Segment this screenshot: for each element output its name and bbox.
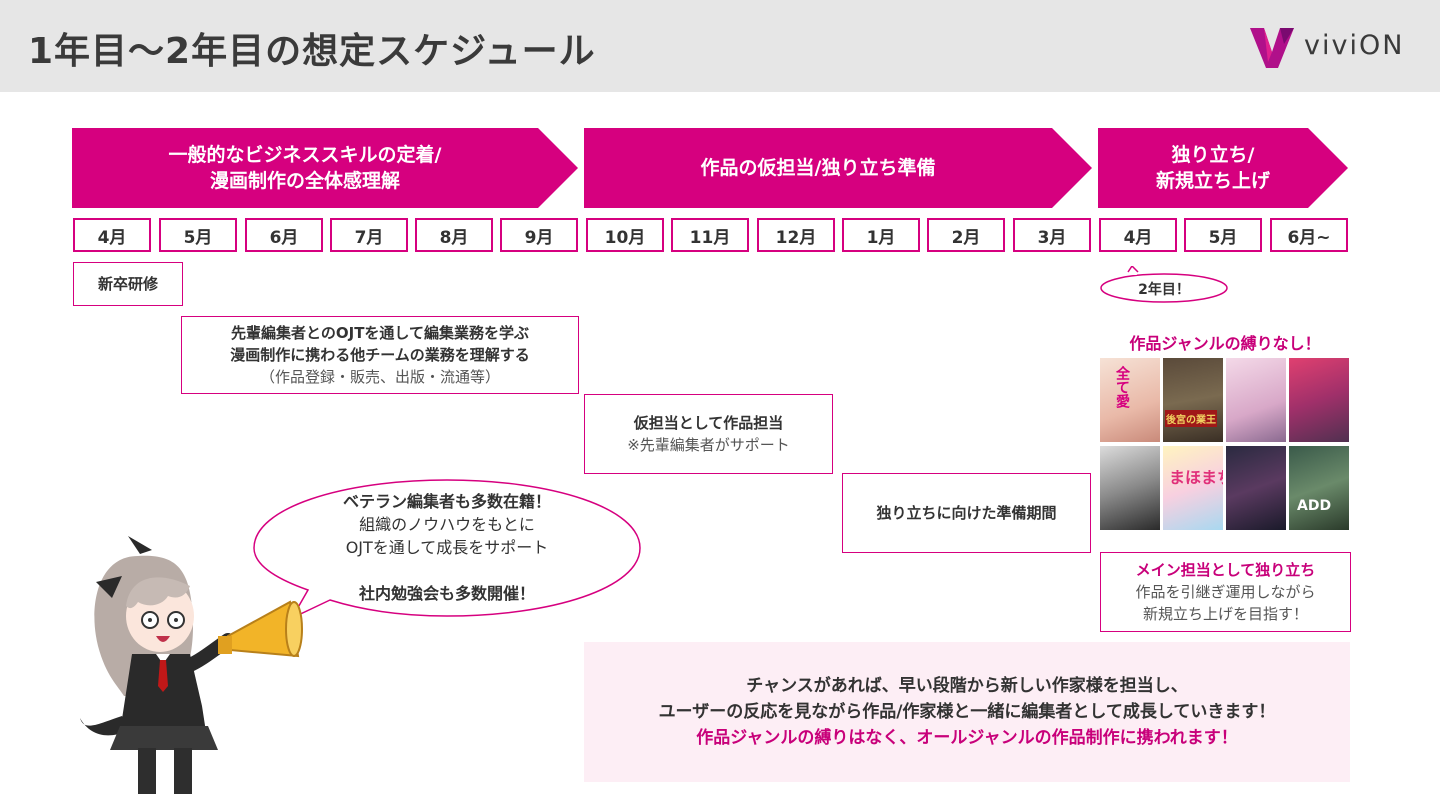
main-line1: メイン担当として独り立ち bbox=[1135, 561, 1316, 579]
vivion-logo: viviON bbox=[1248, 24, 1418, 70]
phase-arrow-2: 作品の仮担当/独り立ち準備 bbox=[584, 128, 1092, 208]
month-cell: 4月 bbox=[1099, 218, 1177, 252]
phase-2-line1: 作品の仮担当/独り立ち準備 bbox=[700, 157, 936, 179]
year2-label: 2年目！ bbox=[1138, 282, 1190, 298]
ojt-box: 先輩編集者とのOJTを通して編集業務を学ぶ 漫画制作に携わる他チームの業務を理解… bbox=[181, 316, 579, 394]
month-cell: 5月 bbox=[1184, 218, 1262, 252]
cover-image bbox=[1226, 358, 1286, 442]
bubble-text: ベテラン編集者も多数在籍！ 組織のノウハウをもとに OJTを通して成長をサポート… bbox=[252, 490, 642, 605]
month-cell: 9月 bbox=[500, 218, 578, 252]
ojt-line2: 漫画制作に携わる他チームの業務を理解する bbox=[230, 346, 530, 364]
cover-image: まほまち bbox=[1163, 446, 1223, 530]
prep-box: 独り立ちに向けた準備期間 bbox=[842, 473, 1091, 553]
bubble-line4: 社内勉強会も多数開催！ bbox=[358, 584, 535, 603]
month-cell: 6月~ bbox=[1270, 218, 1348, 252]
cover-image bbox=[1289, 358, 1349, 442]
month-cell: 11月 bbox=[671, 218, 749, 252]
cover-title: 後宮の業王 bbox=[1165, 410, 1217, 427]
provisional-box: 仮担当として作品担当 ※先輩編集者がサポート bbox=[584, 394, 833, 474]
phase-3-line2: 新規立ち上げ bbox=[1155, 170, 1270, 192]
training-label: 新卒研修 bbox=[97, 275, 158, 293]
cover-image: ADD bbox=[1289, 446, 1349, 530]
cover-title: ADD bbox=[1297, 498, 1332, 514]
month-cell: 5月 bbox=[159, 218, 237, 252]
month-cell: 6月 bbox=[245, 218, 323, 252]
main-line2: 作品を引継ぎ運用しながら bbox=[1135, 583, 1316, 601]
phase-3-line1: 独り立ち/ bbox=[1171, 144, 1255, 166]
ojt-line3: （作品登録・販売、出版・流通等） bbox=[259, 368, 500, 386]
cover-title: 全て愛 bbox=[1114, 366, 1130, 408]
provisional-line2: ※先輩編集者がサポート bbox=[627, 436, 790, 454]
month-cell: 1月 bbox=[842, 218, 920, 252]
vivion-logo-icon bbox=[1250, 28, 1294, 68]
cover-image bbox=[1226, 446, 1286, 530]
phase-arrow-1: 一般的なビジネススキルの定着/ 漫画制作の全体感理解 bbox=[72, 128, 578, 208]
bubble-line2: 組織のノウハウをもとに bbox=[359, 515, 535, 534]
month-cell: 10月 bbox=[586, 218, 664, 252]
training-box: 新卒研修 bbox=[73, 262, 183, 306]
main-line3: 新規立ち上げを目指す！ bbox=[1142, 605, 1308, 623]
month-cell: 8月 bbox=[415, 218, 493, 252]
mascot-illustration bbox=[80, 536, 303, 794]
prep-label: 独り立ちに向けた準備期間 bbox=[876, 504, 1057, 522]
bottom-line1: チャンスがあれば、早い段階から新しい作家様を担当し、 bbox=[746, 676, 1188, 696]
phase-arrow-3: 独り立ち/ 新規立ち上げ bbox=[1098, 128, 1348, 208]
cover-image: 後宮の業王 bbox=[1163, 358, 1223, 442]
phase-1-line1: 一般的なビジネススキルの定着/ bbox=[168, 144, 442, 166]
bottom-message: チャンスがあれば、早い段階から新しい作家様を担当し、 ユーザーの反応を見ながら作… bbox=[584, 642, 1350, 782]
month-cell: 3月 bbox=[1013, 218, 1091, 252]
provisional-line1: 仮担当として作品担当 bbox=[633, 414, 784, 432]
bubble-line3: OJTを通して成長をサポート bbox=[345, 538, 549, 557]
month-cell: 7月 bbox=[330, 218, 408, 252]
cover-grid: 全て愛 後宮の業王 まほまち ADD bbox=[1100, 356, 1350, 530]
genre-title: 作品ジャンルの縛りなし！ bbox=[1129, 334, 1321, 353]
main-box: メイン担当として独り立ち 作品を引継ぎ運用しながら 新規立ち上げを目指す！ bbox=[1100, 552, 1351, 632]
month-cell: 12月 bbox=[757, 218, 835, 252]
bottom-line2: ユーザーの反応を見ながら作品/作家様と一緒に編集者として成長していきます！ bbox=[658, 702, 1276, 722]
bottom-line3: 作品ジャンルの縛りはなく、オールジャンルの作品制作に携われます！ bbox=[696, 728, 1238, 748]
page-title: 1年目〜2年目の想定スケジュール bbox=[28, 31, 596, 72]
month-cell: 2月 bbox=[927, 218, 1005, 252]
bubble-line1: ベテラン編集者も多数在籍！ bbox=[342, 492, 551, 511]
year2-badge: 2年目！ bbox=[1098, 264, 1230, 304]
cover-title: まほまち bbox=[1169, 468, 1223, 487]
ojt-line1: 先輩編集者とのOJTを通して編集業務を学ぶ bbox=[231, 324, 529, 342]
month-cell: 4月 bbox=[73, 218, 151, 252]
cover-image: 全て愛 bbox=[1100, 358, 1160, 442]
logo-text: viviON bbox=[1304, 30, 1405, 61]
phase-1-line2: 漫画制作の全体感理解 bbox=[209, 170, 400, 192]
cover-image bbox=[1100, 446, 1160, 530]
header-bar: 1年目〜2年目の想定スケジュール viviON bbox=[0, 0, 1440, 92]
